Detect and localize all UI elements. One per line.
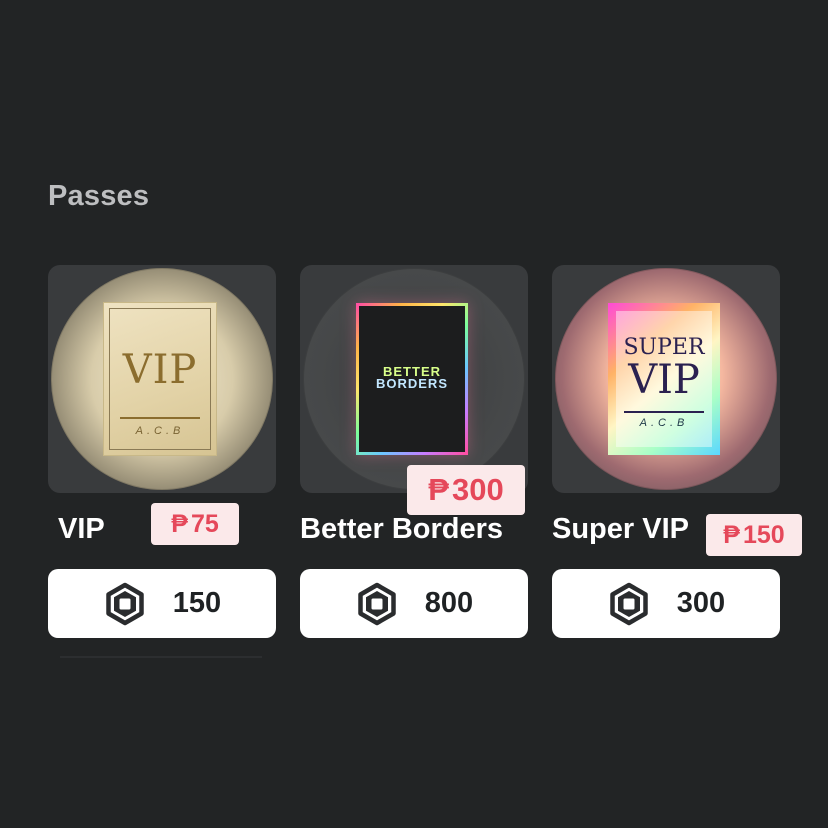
robux-icon bbox=[106, 582, 144, 625]
vip-pass-artwork: VIP A.C.B bbox=[104, 303, 216, 455]
pass-name[interactable]: Super VIP bbox=[552, 513, 689, 546]
pass-name[interactable]: Better Borders bbox=[300, 513, 503, 546]
artwork-title-line2: BORDERS bbox=[375, 376, 448, 391]
artwork-subtitle: A.C.B bbox=[639, 417, 689, 429]
peso-symbol: ₱ bbox=[428, 472, 449, 507]
robux-icon bbox=[358, 582, 396, 625]
peso-price-value: 75 bbox=[190, 509, 219, 538]
game-passes-page: Passes VIP A.C.B VIP ₱ 75 150 BETTER BOR… bbox=[0, 0, 828, 828]
peso-price-badge: ₱ 150 bbox=[706, 514, 802, 556]
robux-price: 300 bbox=[676, 587, 726, 619]
peso-symbol: ₱ bbox=[171, 509, 188, 538]
peso-symbol: ₱ bbox=[723, 520, 740, 549]
robux-price: 150 bbox=[172, 587, 222, 619]
buy-button[interactable]: 300 bbox=[552, 569, 780, 638]
peso-price-badge: ₱ 75 bbox=[151, 503, 239, 545]
peso-price-value: 300 bbox=[451, 472, 504, 507]
artwork-title: VIP bbox=[122, 347, 198, 393]
artwork-title: VIP bbox=[628, 357, 700, 403]
better-borders-pass-artwork: BETTER BORDERS bbox=[356, 303, 468, 455]
robux-price: 800 bbox=[424, 587, 474, 619]
pass-card-better-borders[interactable]: BETTER BORDERS Better Borders ₱ 300 800 bbox=[300, 265, 528, 638]
robux-icon bbox=[610, 582, 648, 625]
buy-button[interactable]: 150 bbox=[48, 569, 276, 638]
peso-price-value: 150 bbox=[742, 520, 785, 549]
pass-thumbnail[interactable]: SUPER VIP A.C.B bbox=[552, 265, 780, 493]
pass-name[interactable]: VIP bbox=[58, 513, 105, 546]
peso-price-badge: ₱ 300 bbox=[407, 465, 525, 515]
pass-card-super-vip[interactable]: SUPER VIP A.C.B Super VIP ₱ 150 300 bbox=[552, 265, 802, 638]
pass-thumbnail[interactable]: BETTER BORDERS bbox=[300, 265, 528, 493]
super-vip-pass-artwork: SUPER VIP A.C.B bbox=[608, 303, 720, 455]
buy-button[interactable]: 800 bbox=[300, 569, 528, 638]
pass-card-vip[interactable]: VIP A.C.B VIP ₱ 75 150 bbox=[48, 265, 276, 638]
section-title-passes: Passes bbox=[48, 180, 150, 212]
pass-thumbnail[interactable]: VIP A.C.B bbox=[48, 265, 276, 493]
artwork-subtitle: A.C.B bbox=[135, 425, 185, 437]
divider bbox=[60, 656, 262, 658]
